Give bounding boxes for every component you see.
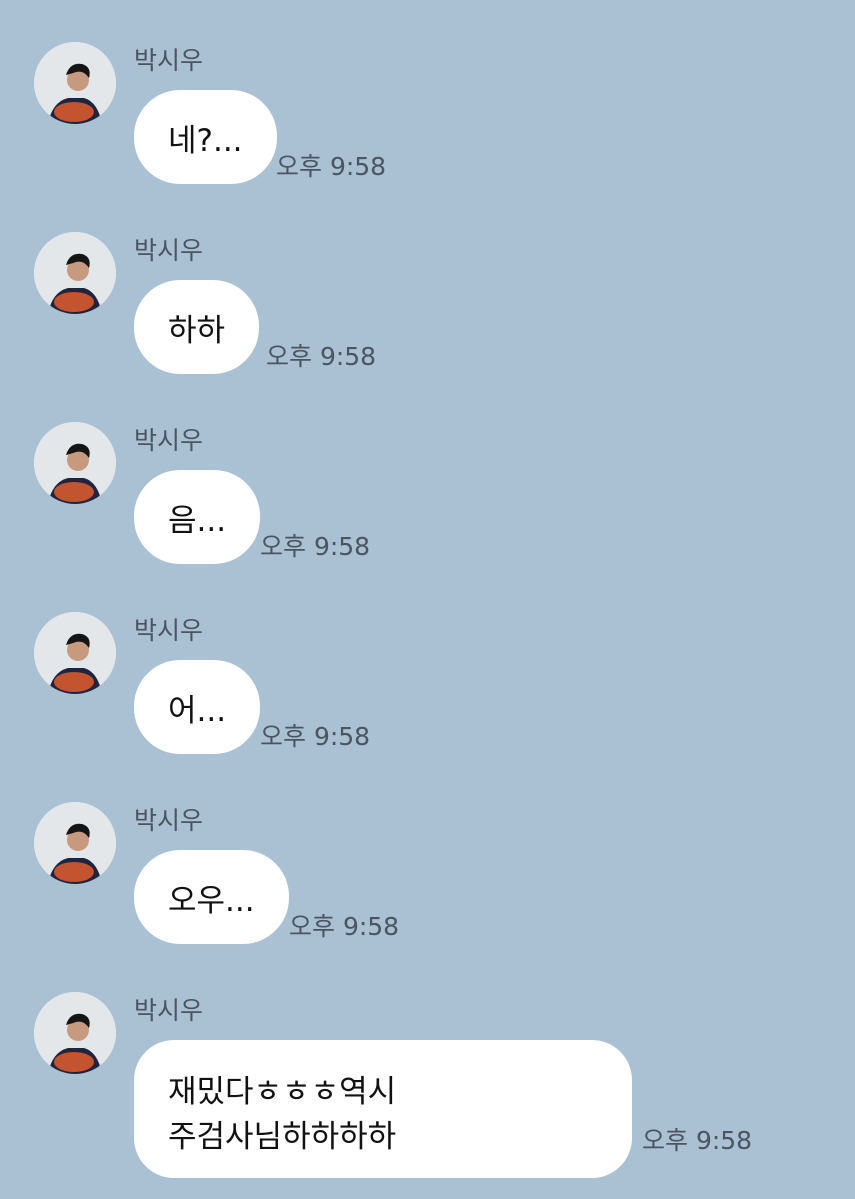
sender-name: 박시우 [134,806,204,835]
avatar[interactable] [34,992,116,1074]
message-time: 오후 9:58 [289,912,400,941]
message-row: 박시우 네?... 오후 9:58 [0,20,855,200]
message-line: 주검사님하하하하 [168,1119,397,1155]
message-time: 오후 9:58 [266,342,377,371]
message-row: 박시우 재밌다ㅎㅎㅎ역시 주검사님하하하하 오후 9:58 [0,970,855,1190]
message-bubble[interactable]: 하하 [134,280,260,374]
sender-name: 박시우 [134,996,204,1025]
message-bubble[interactable]: 오우... [134,850,289,944]
profile-photo [34,802,116,884]
message-bubble[interactable]: 음... [134,470,261,564]
sender-name: 박시우 [134,46,204,75]
profile-photo [34,42,116,124]
message-time: 오후 9:58 [260,532,371,561]
avatar[interactable] [34,802,116,884]
avatar[interactable] [34,612,116,694]
avatar[interactable] [34,422,116,504]
profile-photo [34,232,116,314]
sender-name: 박시우 [134,236,204,265]
message-time: 오후 9:58 [642,1126,753,1155]
chat-room: 박시우 네?... 오후 9:58 박시우 하하 오후 9:58 박시우 음..… [0,0,855,1199]
sender-name: 박시우 [134,426,204,455]
avatar[interactable] [34,232,116,314]
avatar[interactable] [34,42,116,124]
message-time: 오후 9:58 [260,722,371,751]
message-row: 박시우 음... 오후 9:58 [0,400,855,580]
message-line: 재밌다ㅎㅎㅎ역시 [168,1074,397,1110]
message-bubble[interactable]: 재밌다ㅎㅎㅎ역시 주검사님하하하하 [134,1040,632,1178]
profile-photo [34,422,116,504]
message-bubble[interactable]: 네?... [134,90,277,184]
profile-photo [34,992,116,1074]
message-row: 박시우 하하 오후 9:58 [0,210,855,390]
message-bubble[interactable]: 어... [134,660,261,754]
message-time: 오후 9:58 [276,152,387,181]
sender-name: 박시우 [134,616,204,645]
profile-photo [34,612,116,694]
message-row: 박시우 오우... 오후 9:58 [0,780,855,960]
message-row: 박시우 어... 오후 9:58 [0,590,855,770]
